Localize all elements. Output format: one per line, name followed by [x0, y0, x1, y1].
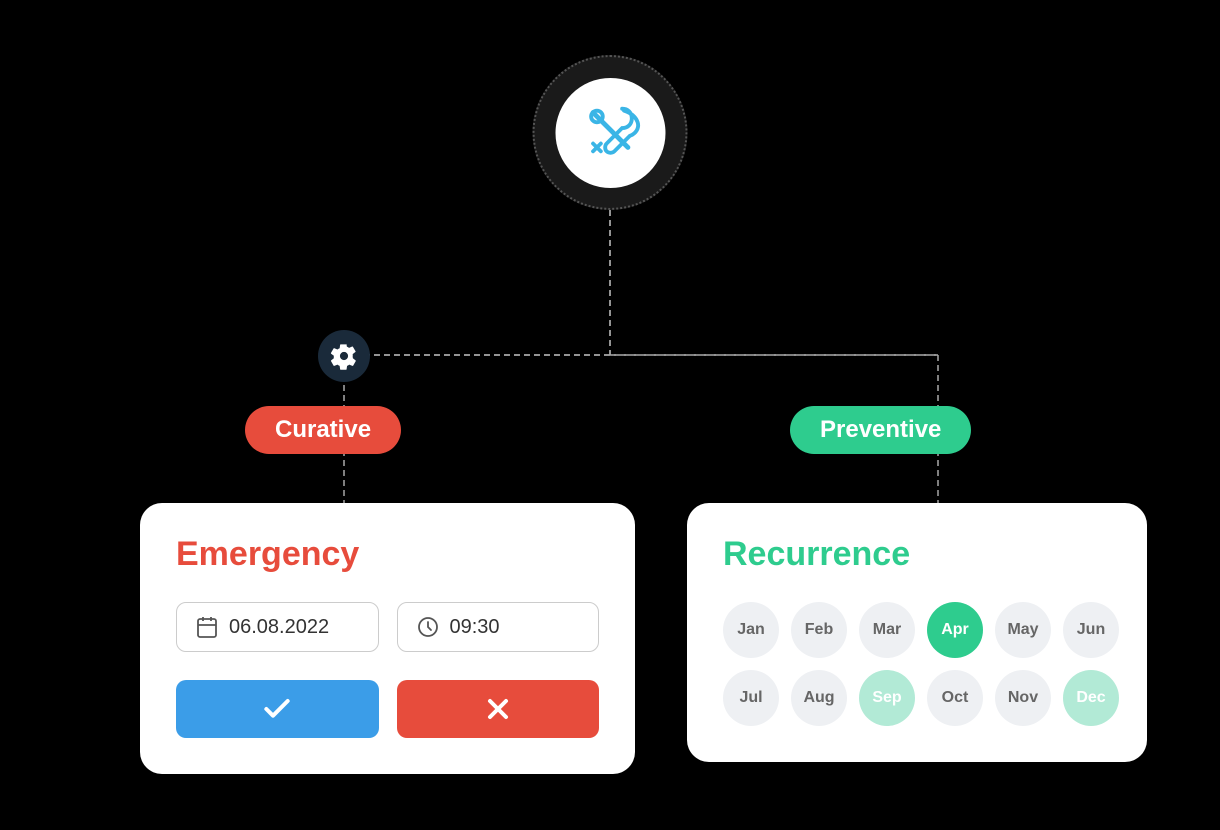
- clock-icon: [416, 615, 440, 639]
- month-chip-jun[interactable]: Jun: [1063, 602, 1119, 658]
- month-chip-jan[interactable]: Jan: [723, 602, 779, 658]
- checkmark-icon: [261, 693, 293, 725]
- recurrence-title: Recurrence: [723, 535, 1111, 574]
- tools-wrench-icon: [579, 99, 641, 166]
- month-chip-mar[interactable]: Mar: [859, 602, 915, 658]
- month-chip-feb[interactable]: Feb: [791, 602, 847, 658]
- curative-badge: Curative: [245, 406, 401, 454]
- month-chip-dec[interactable]: Dec: [1063, 670, 1119, 726]
- time-field[interactable]: 09:30: [397, 602, 600, 652]
- main-diagram: Curative Preventive Emergency 06.08.2022: [60, 35, 1160, 795]
- month-chip-may[interactable]: May: [995, 602, 1051, 658]
- preventive-badge: Preventive: [790, 406, 971, 454]
- month-chip-aug[interactable]: Aug: [791, 670, 847, 726]
- cancel-button[interactable]: [397, 680, 600, 738]
- month-chip-oct[interactable]: Oct: [927, 670, 983, 726]
- emergency-fields: 06.08.2022 09:30: [176, 602, 599, 652]
- recurrence-card: Recurrence JanFebMarAprMayJunJulAugSepOc…: [687, 503, 1147, 762]
- top-maintenance-icon: [533, 55, 688, 210]
- month-chip-sep[interactable]: Sep: [859, 670, 915, 726]
- x-icon: [482, 693, 514, 725]
- gear-icon: [330, 342, 358, 370]
- emergency-actions: [176, 680, 599, 738]
- gear-node: [318, 330, 370, 382]
- month-chip-apr[interactable]: Apr: [927, 602, 983, 658]
- date-value: 06.08.2022: [229, 616, 329, 639]
- month-chip-nov[interactable]: Nov: [995, 670, 1051, 726]
- months-grid: JanFebMarAprMayJunJulAugSepOctNovDec: [723, 602, 1111, 726]
- emergency-card: Emergency 06.08.2022 09:30: [140, 503, 635, 774]
- date-field[interactable]: 06.08.2022: [176, 602, 379, 652]
- confirm-button[interactable]: [176, 680, 379, 738]
- month-chip-jul[interactable]: Jul: [723, 670, 779, 726]
- time-value: 09:30: [450, 616, 500, 639]
- calendar-icon: [195, 615, 219, 639]
- emergency-title: Emergency: [176, 535, 599, 574]
